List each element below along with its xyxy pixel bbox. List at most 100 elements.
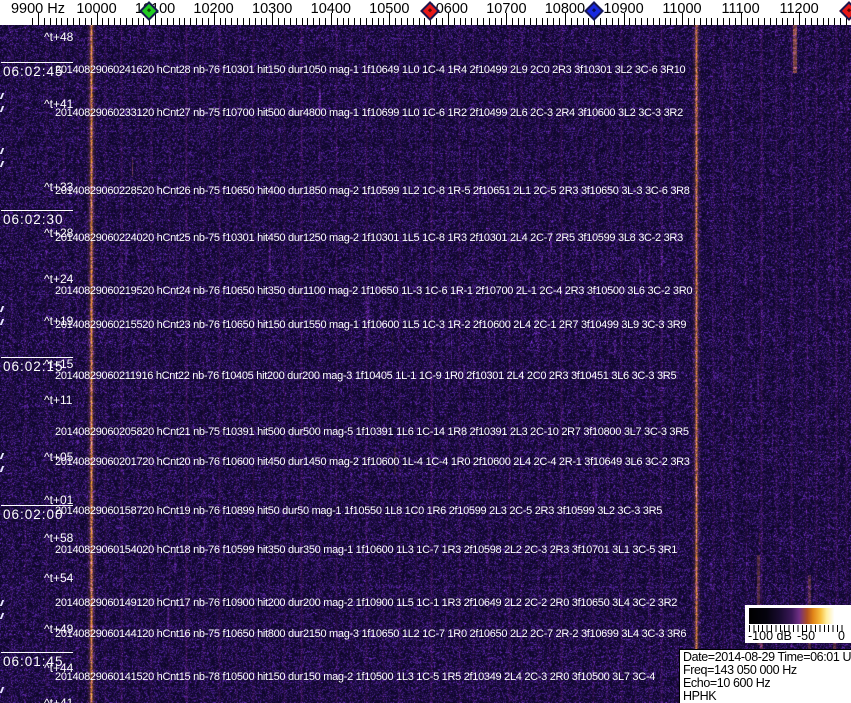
ruler-tick-label: 11200	[779, 1, 819, 17]
event-data-line: 20140829060241620 hCnt28 nb-76 f10301 hi…	[55, 64, 686, 76]
ruler-minor-tick	[125, 18, 127, 25]
ruler-minor-tick	[283, 18, 285, 25]
ruler-minor-tick	[32, 18, 34, 25]
ruler-minor-tick	[494, 18, 496, 25]
ruler-minor-tick	[693, 18, 695, 25]
ruler-minor-tick	[769, 18, 771, 25]
ruler-tick-label: 10500	[369, 1, 410, 17]
ruler-minor-tick	[313, 18, 315, 25]
ruler-minor-tick	[828, 18, 830, 25]
ruler-minor-tick	[248, 18, 250, 25]
ruler-minor-tick	[711, 18, 713, 25]
ruler-minor-tick	[196, 18, 198, 25]
status-info-box: Date=2014-08-29 Time=06:01 UTC Freq=143 …	[679, 649, 851, 703]
marker-red-edge-dot	[846, 8, 851, 13]
ruler-minor-tick	[102, 18, 104, 25]
ruler-minor-tick	[787, 18, 789, 25]
ruler-minor-tick	[512, 18, 514, 25]
ruler-minor-tick	[605, 18, 607, 25]
scale-label-mid: -50	[797, 629, 816, 643]
ruler-minor-tick	[231, 18, 233, 25]
marker-blue-dot	[592, 8, 597, 13]
ruler-minor-tick	[365, 18, 367, 25]
ruler-minor-tick	[664, 18, 666, 25]
ruler-minor-tick	[79, 18, 80, 25]
ruler-minor-tick	[611, 18, 613, 25]
ruler-minor-tick	[576, 18, 578, 25]
ruler-minor-tick	[67, 18, 69, 25]
ruler-minor-tick	[670, 18, 672, 25]
ruler-tick-label: 10400	[310, 1, 351, 17]
ruler-minor-tick	[600, 18, 602, 25]
ruler-minor-tick	[43, 18, 45, 25]
ruler-minor-tick	[201, 18, 203, 25]
ruler-minor-tick	[652, 18, 654, 25]
ruler-minor-tick	[582, 18, 584, 25]
ruler-minor-tick	[424, 18, 426, 25]
ruler-minor-tick	[161, 18, 162, 25]
info-station: HPHK	[683, 689, 717, 703]
ruler-minor-tick	[840, 18, 842, 25]
ruler-minor-tick	[324, 18, 326, 25]
event-time-offset: ^t+41	[44, 696, 74, 703]
event-time-offset: ^t+48	[44, 30, 74, 44]
ruler-minor-tick	[570, 18, 572, 25]
event-data-line: 20140829060144120 hCnt16 nb-75 f10650 hi…	[55, 628, 687, 640]
ruler-minor-tick	[588, 18, 590, 25]
ruler-minor-tick	[254, 18, 256, 25]
marker-blue[interactable]	[584, 1, 605, 21]
ruler-minor-tick	[412, 18, 414, 25]
ruler-minor-tick	[207, 18, 209, 25]
ruler-minor-tick	[658, 18, 660, 25]
ruler-minor-tick	[822, 18, 824, 25]
ruler-minor-tick	[348, 18, 350, 25]
ruler-minor-tick	[728, 18, 730, 25]
ruler-minor-tick	[166, 18, 168, 25]
ruler-minor-tick	[260, 18, 262, 25]
ruler-tick-label: 10800	[544, 1, 586, 17]
ruler-minor-tick	[477, 18, 479, 25]
event-time-offset: ^t+54	[44, 571, 74, 585]
event-time-offset: ^t+24	[44, 272, 74, 286]
ruler-minor-tick	[289, 18, 291, 25]
ruler-minor-tick	[805, 18, 806, 25]
ruler-minor-tick	[307, 18, 309, 25]
ruler-minor-tick	[319, 18, 320, 25]
ruler-minor-tick	[764, 18, 765, 25]
ruler-minor-tick	[143, 18, 145, 25]
ruler-minor-tick	[553, 18, 555, 25]
ruler-minor-tick	[518, 18, 520, 25]
ruler-minor-tick	[535, 18, 537, 25]
scale-label-min: -100 dB	[748, 629, 792, 643]
ruler-minor-tick	[131, 18, 133, 25]
event-data-line: 20140829060211916 hCnt22 nb-76 f10405 hi…	[55, 370, 677, 382]
ruler-minor-tick	[834, 18, 836, 25]
event-data-line: 20140829060215520 hCnt23 nb-76 f10650 hi…	[55, 319, 687, 331]
event-data-line: 20140829060233120 hCnt27 nb-75 f10700 hi…	[55, 107, 683, 119]
ruler-minor-tick	[723, 18, 724, 25]
ruler-minor-tick	[49, 18, 51, 25]
ruler-minor-tick	[488, 18, 490, 25]
ruler-minor-tick	[617, 18, 619, 25]
ruler-minor-tick	[459, 18, 461, 25]
ruler-minor-tick	[436, 18, 438, 25]
ruler-minor-tick	[278, 18, 280, 25]
ruler-minor-tick	[524, 18, 525, 25]
ruler-minor-tick	[108, 18, 110, 25]
ruler-minor-tick	[559, 18, 561, 25]
ruler-minor-tick	[752, 18, 754, 25]
ruler-minor-tick	[90, 18, 92, 25]
event-data-line: 20140829060219520 hCnt24 nb-76 f10650 hi…	[55, 285, 693, 297]
intensity-gradient-bar	[749, 608, 846, 624]
ruler-minor-tick	[237, 18, 239, 25]
event-data-line: 20140829060158720 hCnt19 nb-76 f10899 hi…	[55, 505, 663, 517]
ruler-minor-tick	[360, 18, 361, 25]
ruler-tick-label: 11100	[721, 1, 760, 17]
ruler-tick-label: 10200	[193, 1, 234, 17]
ruler-minor-tick	[395, 18, 397, 25]
ruler-minor-tick	[629, 18, 631, 25]
ruler-minor-tick	[793, 18, 795, 25]
ruler-minor-tick	[483, 18, 484, 25]
ruler-minor-tick	[84, 18, 86, 25]
ruler-minor-tick	[641, 18, 643, 25]
